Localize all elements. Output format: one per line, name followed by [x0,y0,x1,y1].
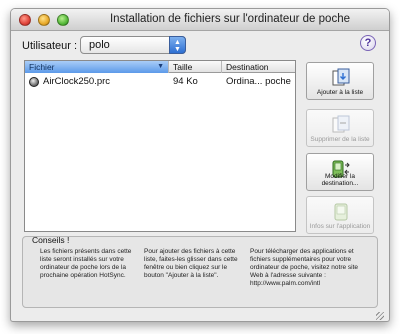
remove-from-list-button[interactable]: Supprimer de la liste [306,109,374,147]
file-size: 94 Ko [173,76,198,87]
close-window-button[interactable] [19,14,31,26]
app-info-label: Infos sur l'application [309,223,371,230]
resize-grip[interactable] [376,312,384,320]
change-destination-button[interactable]: Modifier la destination... [306,153,374,191]
user-select-value: polo [89,39,110,51]
prc-file-icon [29,77,39,87]
zoom-window-button[interactable] [57,14,69,26]
table-row[interactable]: AirClock250.prc 94 Ko Ordina... poche [25,75,295,89]
file-list-table[interactable]: Fichier ▼ Taille Destination AirClock250… [24,60,296,232]
tips-title: Conseils ! [32,235,70,245]
add-to-list-button[interactable]: Ajouter à la liste [306,62,374,100]
title-bar[interactable]: Installation de fichiers sur l'ordinateu… [11,9,389,31]
file-destination: Ordina... poche [226,76,291,87]
user-select[interactable]: polo ▲ ▼ [80,36,186,54]
add-to-list-label: Ajouter à la liste [316,89,364,96]
table-header: Fichier ▼ Taille Destination [25,61,295,73]
file-name: AirClock250.prc [43,76,111,87]
tip-text: Pour ajouter des fichiers à cette liste,… [144,248,238,279]
app-info-icon [334,203,348,221]
sort-descending-icon: ▼ [157,63,164,70]
tip-text: Pour télécharger des applications et fic… [250,248,359,287]
column-header-size[interactable]: Taille [169,61,222,73]
user-label: Utilisateur : [22,40,78,52]
app-info-button[interactable]: Infos sur l'application [306,196,374,234]
remove-files-icon [332,115,350,133]
help-button[interactable]: ? [360,35,376,51]
column-header-destination[interactable]: Destination [222,61,297,73]
window-title: Installation de fichiers sur l'ordinateu… [109,13,350,25]
change-destination-label: Modifier la destination... [321,173,359,187]
column-header-file[interactable]: Fichier ▼ [25,61,169,73]
select-arrows-icon: ▲ ▼ [169,36,186,54]
tip-text: Les fichiers présents dans cette liste s… [40,248,132,279]
minimize-window-button[interactable] [38,14,50,26]
add-files-icon [332,68,350,86]
remove-from-list-label: Supprimer de la liste [310,136,370,143]
